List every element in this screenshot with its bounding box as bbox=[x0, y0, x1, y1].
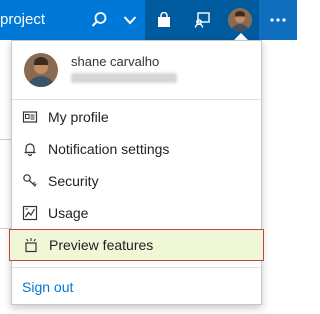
menu-item-security[interactable]: Security bbox=[12, 165, 261, 197]
menu-item-notification-settings[interactable]: Notification settings bbox=[12, 133, 261, 165]
key-icon bbox=[22, 173, 38, 189]
marketplace-button[interactable] bbox=[145, 0, 183, 40]
bell-icon bbox=[22, 141, 38, 157]
menu-item-my-profile[interactable]: My profile bbox=[12, 101, 261, 133]
feedback-icon bbox=[194, 12, 210, 28]
sign-out-link[interactable]: Sign out bbox=[22, 279, 73, 295]
dropdown-caret bbox=[234, 33, 248, 40]
top-bar: project bbox=[0, 0, 297, 40]
menu-item-label: Notification settings bbox=[48, 141, 170, 157]
menu-item-label: Security bbox=[48, 173, 99, 189]
marketplace-bag-icon bbox=[158, 12, 170, 27]
profile-dropdown: shane carvalho My profile Notification s… bbox=[9, 40, 264, 305]
search-icon bbox=[91, 12, 107, 27]
menu-item-label: My profile bbox=[48, 109, 109, 125]
menu-item-preview-features[interactable]: Preview features bbox=[9, 229, 264, 261]
menu-item-label: Preview features bbox=[49, 237, 154, 253]
project-name[interactable]: project bbox=[0, 11, 45, 28]
avatar bbox=[228, 8, 252, 32]
avatar bbox=[24, 53, 58, 87]
preview-features-icon bbox=[23, 237, 39, 253]
profile-header: shane carvalho bbox=[12, 41, 261, 99]
search-button[interactable] bbox=[84, 0, 114, 40]
chevron-down-icon bbox=[123, 16, 137, 25]
divider bbox=[12, 99, 261, 100]
more-icon bbox=[270, 18, 286, 22]
project-switcher-button[interactable] bbox=[116, 0, 144, 40]
profile-card-icon bbox=[22, 109, 38, 125]
user-email-redacted bbox=[71, 73, 177, 83]
user-name: shane carvalho bbox=[71, 54, 160, 69]
menu-item-usage[interactable]: Usage bbox=[12, 197, 261, 229]
more-button[interactable] bbox=[259, 0, 297, 40]
feedback-button[interactable] bbox=[183, 0, 221, 40]
divider bbox=[12, 267, 261, 268]
usage-chart-icon bbox=[22, 205, 38, 221]
menu-item-label: Usage bbox=[48, 205, 89, 221]
